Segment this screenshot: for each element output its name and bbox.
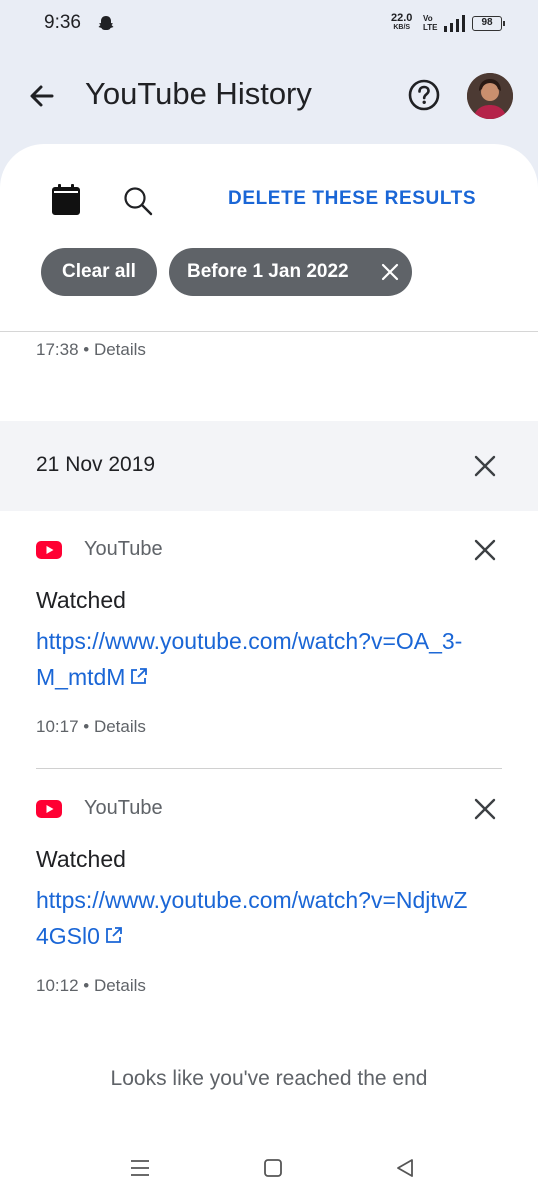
video-link-text[interactable]: https://www.youtube.com/watch?v=OA_3-M_m…	[36, 628, 462, 690]
avatar[interactable]	[467, 73, 513, 119]
volte-bottom: LTE	[423, 23, 438, 32]
status-bar: 9:36 22.0 KB/S Vo LTE 98	[0, 0, 538, 48]
help-icon[interactable]	[406, 77, 442, 113]
delete-entry-icon[interactable]	[472, 537, 498, 563]
date-filter-chip[interactable]: Before 1 Jan 2022	[169, 248, 412, 296]
entry-time: 10:17	[36, 717, 79, 736]
app-bar: YouTube History	[0, 56, 538, 136]
home-icon[interactable]	[261, 1156, 285, 1180]
signal-icon	[444, 15, 465, 32]
video-link[interactable]: https://www.youtube.com/watch?v=OA_3-M_m…	[36, 623, 476, 695]
history-sheet: DELETE THESE RESULTS Clear all Before 1 …	[0, 144, 538, 1200]
divider	[0, 331, 538, 332]
network-speed-unit: KB/S	[393, 24, 411, 31]
network-speed: 22.0 KB/S	[391, 13, 412, 32]
previous-entry-meta: 17:38 • Details	[36, 340, 146, 359]
day-group-header: 21 Nov 2019	[0, 421, 538, 511]
video-link[interactable]: https://www.youtube.com/watch?v=NdjtwZ4G…	[36, 882, 476, 954]
divider	[36, 768, 502, 769]
back-arrow-icon[interactable]	[24, 78, 60, 114]
entry-action: Watched	[36, 587, 126, 613]
entry-meta: 10:12 • Details	[36, 976, 146, 995]
back-nav-icon[interactable]	[393, 1156, 417, 1180]
day-group-date: 21 Nov 2019	[36, 453, 156, 476]
entry-meta: 10:17 • Details	[36, 717, 146, 736]
remove-filter-icon[interactable]	[380, 262, 400, 282]
external-link-icon[interactable]	[104, 926, 123, 945]
search-icon[interactable]	[121, 184, 155, 218]
youtube-icon	[36, 800, 62, 818]
page-title: YouTube History	[85, 76, 312, 111]
clear-all-label: Clear all	[62, 261, 136, 282]
date-filter-label: Before 1 Jan 2022	[187, 261, 349, 282]
entry-action: Watched	[36, 846, 126, 872]
toolbar: DELETE THESE RESULTS Clear all Before 1 …	[0, 144, 538, 296]
youtube-icon	[36, 541, 62, 559]
snapchat-icon	[98, 16, 114, 30]
status-time: 9:36	[44, 12, 81, 33]
video-link-text[interactable]: https://www.youtube.com/watch?v=NdjtwZ4G…	[36, 887, 467, 949]
entry-time: 10:12	[36, 976, 79, 995]
end-of-list-message: Looks like you've reached the end	[110, 1067, 428, 1090]
recents-menu-icon[interactable]	[128, 1156, 152, 1180]
delete-results-button[interactable]: DELETE THESE RESULTS	[228, 188, 476, 210]
delete-day-icon[interactable]	[472, 453, 498, 479]
details-link[interactable]: Details	[94, 340, 146, 359]
system-nav-bar	[0, 1140, 538, 1200]
delete-entry-icon[interactable]	[472, 796, 498, 822]
details-link[interactable]: Details	[94, 976, 146, 995]
volte-top: Vo	[423, 14, 433, 23]
details-link[interactable]: Details	[94, 717, 146, 736]
volte-indicator: Vo LTE	[423, 14, 438, 32]
clear-all-chip[interactable]: Clear all	[41, 248, 157, 296]
entry-time: 17:38	[36, 340, 79, 359]
calendar-icon[interactable]	[50, 182, 82, 216]
battery-icon: 98	[472, 16, 505, 31]
entry-source: YouTube	[84, 538, 163, 560]
entry-source: YouTube	[84, 797, 163, 819]
external-link-icon[interactable]	[129, 667, 148, 686]
